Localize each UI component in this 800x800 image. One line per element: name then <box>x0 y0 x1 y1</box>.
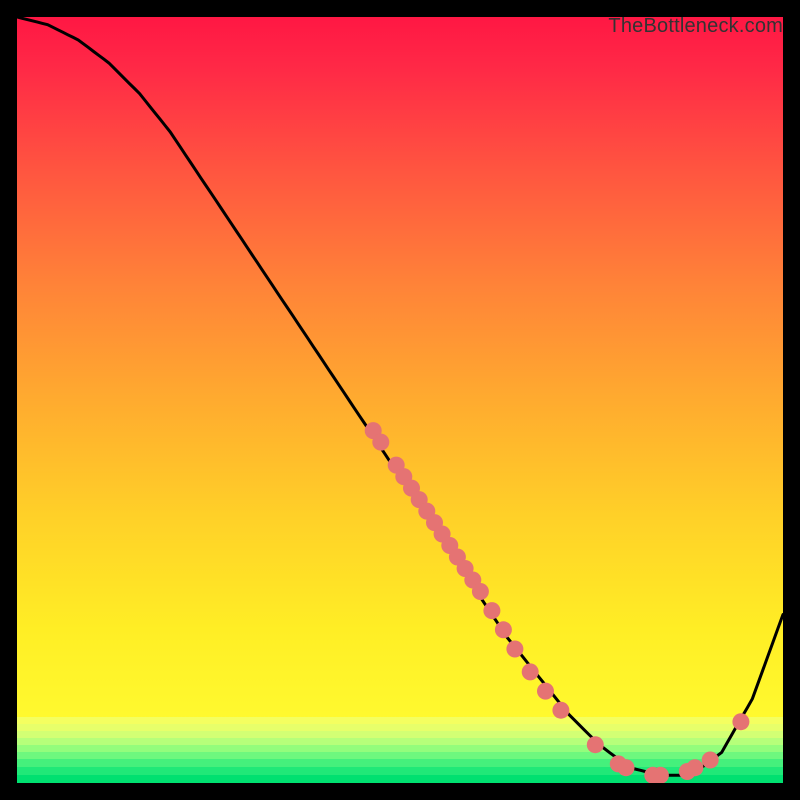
data-point <box>506 641 523 658</box>
data-point <box>587 736 604 753</box>
chart-svg <box>17 17 783 783</box>
data-point <box>552 702 569 719</box>
band <box>17 738 783 745</box>
chart-frame: TheBottleneck.com <box>17 17 783 783</box>
data-point <box>702 752 719 769</box>
band <box>17 759 783 767</box>
data-point <box>522 663 539 680</box>
plot-area <box>17 17 783 783</box>
data-point <box>472 583 489 600</box>
data-point <box>537 683 554 700</box>
data-point <box>372 434 389 451</box>
band <box>17 717 783 724</box>
data-point <box>495 621 512 638</box>
data-point <box>483 602 500 619</box>
band <box>17 724 783 731</box>
data-point <box>686 759 703 776</box>
data-point <box>732 713 749 730</box>
band <box>17 745 783 752</box>
band <box>17 731 783 738</box>
data-point <box>652 767 669 783</box>
gradient-background <box>17 17 783 783</box>
band <box>17 752 783 759</box>
data-point <box>618 759 635 776</box>
